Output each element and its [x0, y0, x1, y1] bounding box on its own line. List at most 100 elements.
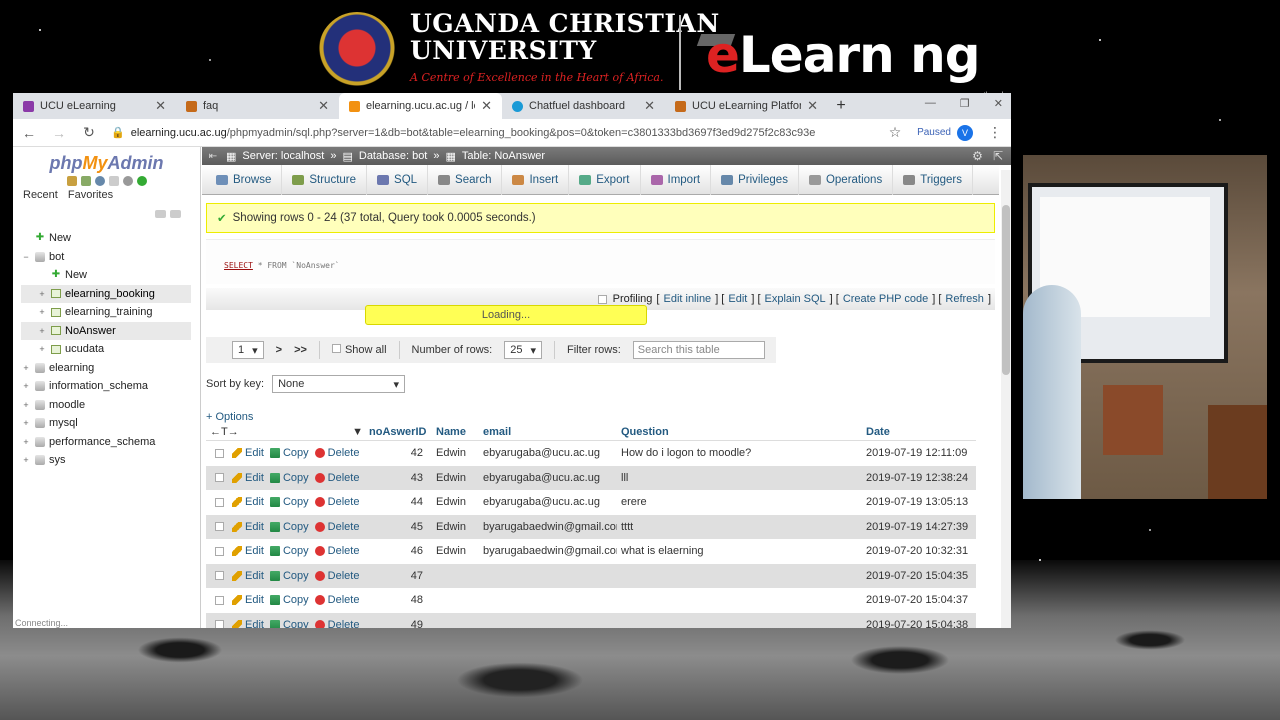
recent-tab[interactable]: Recent — [23, 189, 58, 201]
cell-date[interactable]: 2019-07-19 12:38:24 — [866, 472, 976, 484]
url-field[interactable]: 🔒 elearning.ucu.ac.ug/phpmyadmin/sql.php… — [111, 126, 873, 140]
row-checkbox[interactable] — [214, 473, 224, 483]
cell-date[interactable]: 2019-07-20 15:04:38 — [866, 619, 976, 628]
restore-icon[interactable]: ❐ — [960, 97, 970, 110]
copy-button[interactable]: Copy — [269, 619, 309, 628]
close-icon[interactable]: ✕ — [644, 98, 655, 114]
create-php-code-link[interactable]: Create PHP code — [843, 293, 928, 305]
delete-button[interactable]: Delete — [314, 521, 359, 533]
scrollbar-thumb[interactable] — [1002, 205, 1010, 375]
tab-operations[interactable]: Operations — [799, 164, 894, 195]
tree-item[interactable]: + sys — [21, 451, 191, 470]
docs-icon[interactable] — [108, 176, 119, 186]
cell-date[interactable]: 2019-07-19 14:27:39 — [866, 521, 976, 533]
tree-item[interactable]: + NoAnswer — [21, 321, 191, 340]
row-checkbox[interactable] — [214, 522, 224, 532]
expand-icon[interactable]: + — [21, 381, 31, 391]
edit-inline-link[interactable]: Edit inline — [663, 293, 711, 305]
delete-button[interactable]: Delete — [314, 472, 359, 484]
close-icon[interactable]: ✕ — [807, 98, 818, 114]
cell-question[interactable]: How do i logon to moodle? — [617, 447, 866, 459]
delete-button[interactable]: Delete — [314, 619, 359, 628]
tab-browse[interactable]: Browse — [206, 164, 283, 195]
settings-gear-icon[interactable] — [122, 176, 133, 186]
row-checkbox[interactable] — [214, 620, 224, 628]
cell-name[interactable]: Edwin — [427, 496, 479, 508]
back-arrow-icon[interactable]: ← — [21, 125, 37, 141]
copy-button[interactable]: Copy — [269, 570, 309, 582]
copy-button[interactable]: Copy — [269, 496, 309, 508]
sql-keyword[interactable]: SELECT — [224, 261, 253, 270]
cell-date[interactable]: 2019-07-20 10:32:31 — [866, 545, 976, 557]
delete-button[interactable]: Delete — [314, 447, 359, 459]
expand-icon[interactable]: + — [37, 289, 47, 299]
logout-icon[interactable] — [80, 176, 91, 186]
tree-item[interactable]: ✚ New — [21, 266, 191, 285]
sort-triangle-icon[interactable]: ▼ — [352, 426, 363, 438]
close-icon[interactable]: ✕ — [318, 98, 329, 114]
expand-icon[interactable]: + — [21, 418, 31, 428]
tree-item[interactable]: + moodle — [21, 396, 191, 415]
bookmark-star-icon[interactable]: ☆ — [887, 124, 903, 141]
cell-email[interactable]: byarugabaedwin@gmail.com — [479, 545, 617, 557]
expand-icon[interactable]: + — [37, 344, 47, 354]
tab-insert[interactable]: Insert — [502, 164, 570, 195]
cell-name[interactable]: Edwin — [427, 521, 479, 533]
tree-item[interactable]: + information_schema — [21, 377, 191, 396]
delete-button[interactable]: Delete — [314, 545, 359, 557]
tree-item[interactable]: ✚ New — [21, 229, 191, 248]
collapse-top-icon[interactable]: ⇱ — [993, 149, 1003, 163]
link-with-main-icon[interactable] — [170, 210, 181, 218]
cell-date[interactable]: 2019-07-20 15:04:35 — [866, 570, 976, 582]
cell-name[interactable]: Edwin — [427, 545, 479, 557]
sql-query-box[interactable]: SELECT * FROM `NoAnswer` — [206, 239, 995, 284]
expand-icon[interactable]: + — [37, 307, 47, 317]
options-toggle[interactable]: + Options — [206, 411, 253, 423]
cell-email[interactable]: ebyarugaba@ucu.ac.ug — [479, 447, 617, 459]
minimize-icon[interactable]: — — [925, 97, 936, 110]
cell-question[interactable]: erere — [617, 496, 866, 508]
tree-item[interactable]: − bot — [21, 248, 191, 267]
tab-faq[interactable]: faq ✕ — [176, 93, 339, 119]
tree-item[interactable]: + elearning — [21, 359, 191, 378]
delete-button[interactable]: Delete — [314, 496, 359, 508]
cell-date[interactable]: 2019-07-20 15:04:37 — [866, 594, 976, 606]
expand-icon[interactable]: − — [21, 252, 31, 262]
row-checkbox[interactable] — [214, 546, 224, 556]
expand-icon[interactable]: + — [21, 363, 31, 373]
cell-id[interactable]: 48 — [369, 594, 427, 606]
tab-phpmyadmin[interactable]: elearning.ucu.ac.ug / localh ✕ — [339, 93, 502, 119]
tab-ucu-platform[interactable]: UCU eLearning Platform ✕ — [665, 93, 828, 119]
close-window-icon[interactable]: ✕ — [994, 97, 1003, 110]
cell-question[interactable]: tttt — [617, 521, 866, 533]
page-select[interactable]: 1 ▾ — [232, 341, 264, 359]
cell-date[interactable]: 2019-07-19 13:05:13 — [866, 496, 976, 508]
forward-arrow-icon[interactable]: → — [51, 125, 67, 141]
tab-ucu-elearning[interactable]: UCU eLearning ✕ — [13, 93, 176, 119]
row-checkbox[interactable] — [214, 571, 224, 581]
close-icon[interactable]: ✕ — [155, 98, 166, 114]
cell-id[interactable]: 49 — [369, 619, 427, 628]
profiling-checkbox[interactable] — [597, 294, 607, 304]
next-page-button[interactable]: > — [276, 344, 282, 356]
copy-button[interactable]: Copy — [269, 472, 309, 484]
copy-button[interactable]: Copy — [269, 594, 309, 606]
close-icon[interactable]: ✕ — [481, 98, 492, 114]
profile-paused-button[interactable]: Paused V — [917, 124, 973, 141]
expand-icon[interactable]: + — [21, 400, 31, 410]
cell-id[interactable]: 45 — [369, 521, 427, 533]
column-header-email[interactable]: email — [479, 426, 617, 438]
reload-icon[interactable]: ↻ — [81, 124, 97, 141]
collapse-all-icon[interactable] — [155, 210, 166, 218]
cell-email[interactable]: ebyarugaba@ucu.ac.ug — [479, 472, 617, 484]
vertical-scrollbar[interactable] — [1001, 170, 1011, 628]
cell-name[interactable]: Edwin — [427, 447, 479, 459]
edit-button[interactable]: Edit — [232, 472, 264, 484]
explain-sql-link[interactable]: Explain SQL — [765, 293, 826, 305]
tab-export[interactable]: Export — [569, 164, 641, 195]
tab-privileges[interactable]: Privileges — [711, 164, 799, 195]
tree-item[interactable]: + elearning_booking — [21, 284, 191, 303]
cell-id[interactable]: 42 — [369, 447, 427, 459]
cell-email[interactable]: byarugabaedwin@gmail.com — [479, 521, 617, 533]
column-resize-arrows-icon[interactable]: ←T→ — [210, 426, 239, 438]
